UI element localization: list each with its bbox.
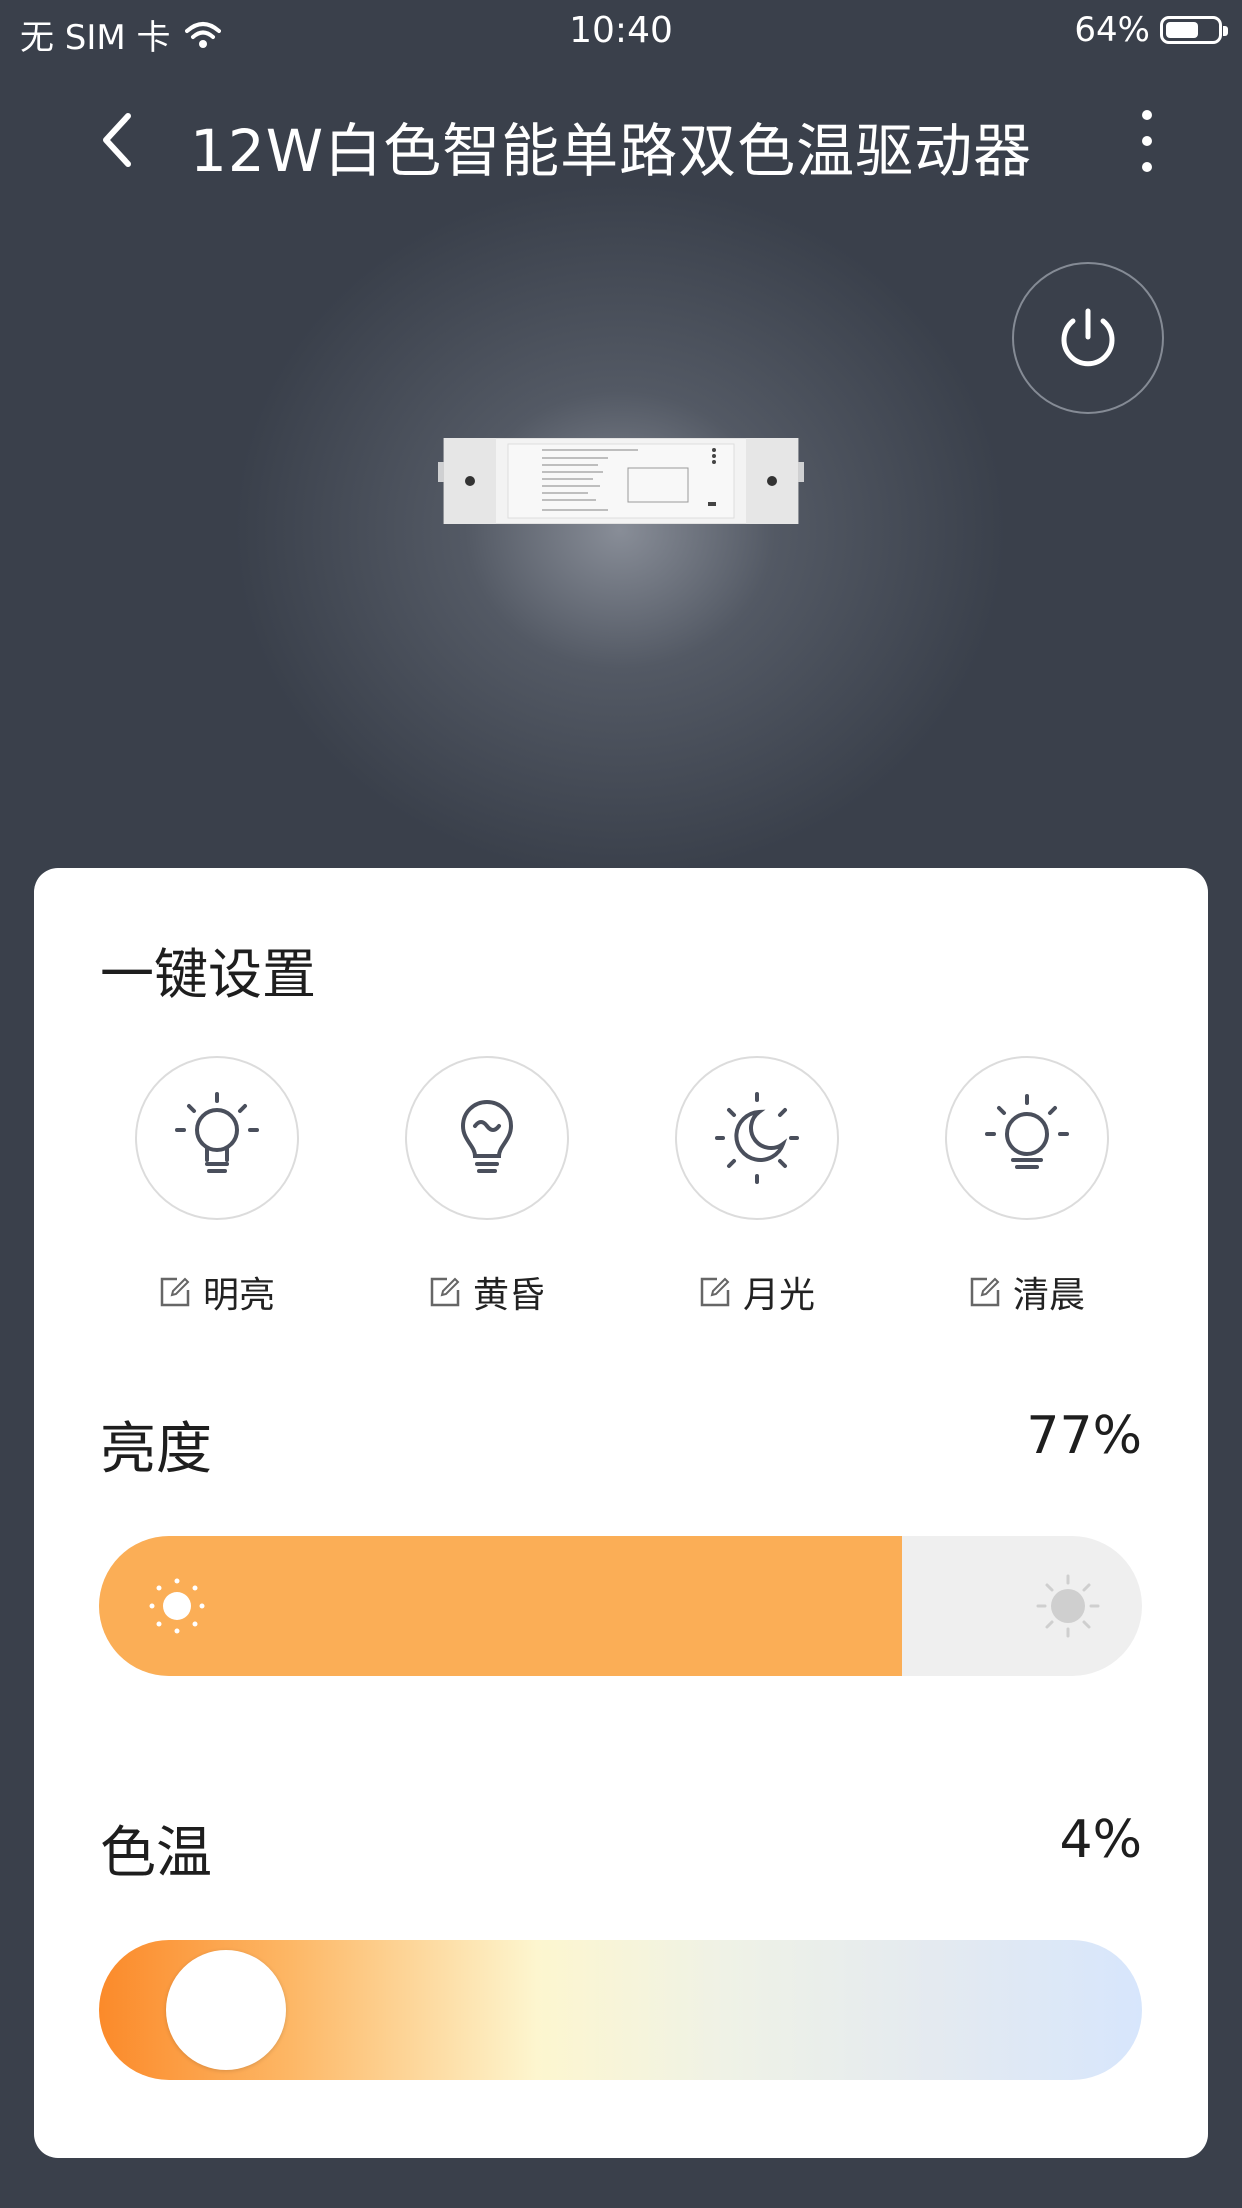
color-temp-slider[interactable] <box>99 1940 1142 2080</box>
nav-bar: 12W白色智能单路双色温驱动器 <box>0 90 1242 190</box>
preset-bright-circle[interactable] <box>135 1056 299 1220</box>
edit-icon[interactable] <box>699 1276 731 1308</box>
presets-title: 一键设置 <box>100 943 316 1006</box>
battery-icon <box>1160 16 1228 44</box>
clock: 10:40 <box>569 10 673 51</box>
preset-dusk-circle[interactable] <box>405 1056 569 1220</box>
preset-label: 清晨 <box>1012 1275 1085 1316</box>
power-icon <box>1061 308 1115 367</box>
bulb-morning-icon <box>985 1094 1069 1169</box>
sun-small-icon <box>149 1578 205 1634</box>
bulb-dusk-icon <box>460 1099 514 1173</box>
bulb-rays-icon <box>175 1092 259 1173</box>
battery-percent: 64% <box>1074 10 1150 50</box>
color-temp-value: 4% <box>1059 1810 1143 1870</box>
preset-moonlight-circle[interactable] <box>675 1056 839 1220</box>
preset-label: 月光 <box>742 1275 815 1316</box>
power-button[interactable] <box>1012 262 1164 414</box>
brightness-value: 77% <box>1026 1406 1142 1466</box>
hero-glow <box>230 180 1010 880</box>
status-bar: 无 SIM 卡 10:40 64% <box>0 0 1242 62</box>
color-temp-label: 色温 <box>100 1821 212 1886</box>
preset-label: 明亮 <box>202 1275 275 1316</box>
moon-icon <box>715 1092 799 1184</box>
preset-dusk[interactable]: 黄昏 <box>402 1056 572 1318</box>
sun-large-icon <box>1036 1574 1100 1638</box>
brightness-label: 亮度 <box>100 1417 212 1482</box>
preset-morning-circle[interactable] <box>945 1056 1109 1220</box>
preset-moonlight[interactable]: 月光 <box>672 1056 842 1318</box>
color-temp-thumb[interactable] <box>166 1950 287 2070</box>
preset-list: 明亮 黄昏 月光 清晨 <box>132 1056 1132 1316</box>
more-options-icon[interactable] <box>1132 110 1162 172</box>
brightness-fill <box>99 1536 903 1676</box>
brightness-slider[interactable] <box>99 1536 1142 1676</box>
preset-label: 黄昏 <box>472 1275 545 1316</box>
page-title: 12W白色智能单路双色温驱动器 <box>190 117 1033 185</box>
edit-icon[interactable] <box>159 1276 191 1308</box>
edit-icon[interactable] <box>429 1276 461 1308</box>
back-icon[interactable] <box>90 110 150 170</box>
preset-morning[interactable]: 清晨 <box>942 1056 1112 1318</box>
device-image <box>438 438 804 524</box>
preset-bright[interactable]: 明亮 <box>132 1056 302 1318</box>
edit-icon[interactable] <box>969 1276 1001 1308</box>
control-card: 一键设置 明亮 黄昏 月光 清晨 亮度 77% 色温 4% <box>34 868 1208 2158</box>
